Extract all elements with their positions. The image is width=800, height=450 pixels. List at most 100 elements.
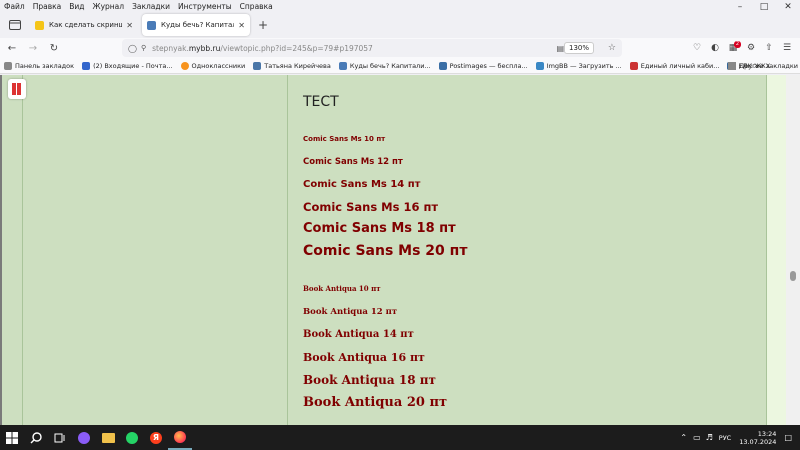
other-bookmarks[interactable]: Другие закладки — [728, 61, 798, 70]
windows-start-icon[interactable] — [0, 425, 24, 450]
menu-bar: Файл Правка Вид Журнал Закладки Инструме… — [0, 0, 800, 12]
antiqua-line-18: Book Antiqua 18 пт — [303, 373, 436, 387]
toolbar-icons: ♡ ◐ ▦ 2 ⚙ ⇧ ☰ — [688, 38, 796, 58]
post-author-column — [22, 75, 288, 425]
new-tab-icon[interactable]: + — [254, 16, 272, 34]
comic-line-14: Comic Sans Ms 14 пт — [303, 179, 421, 190]
url-path: /viewtopic.php?id=245&p=79#p197057 — [220, 43, 373, 53]
menu-help[interactable]: Справка — [236, 2, 277, 11]
tab-screenshot-guide[interactable]: Как сделать скриншот экрана ✕ — [30, 14, 138, 36]
antiqua-line-20: Book Antiqua 20 пт — [303, 395, 448, 410]
menu-file[interactable]: Файл — [0, 2, 29, 11]
back-arrow-icon[interactable]: ← — [3, 39, 21, 57]
page-scrollbar[interactable] — [786, 75, 800, 425]
pocket-icon[interactable]: ♡ — [688, 43, 706, 53]
forward-arrow-icon[interactable]: → — [24, 39, 42, 57]
bookmark-label: Куды бечь? Капитали... — [349, 61, 431, 70]
taskbar: Я ⌃ ▭ ♬ РУС 13:24 13.07.2024 □ — [0, 425, 800, 450]
menu-edit[interactable]: Правка — [29, 2, 66, 11]
scroll-thumb[interactable] — [790, 271, 796, 281]
menu-view[interactable]: Вид — [65, 2, 88, 11]
volume-icon[interactable]: ♬ — [706, 433, 713, 442]
yandex-favicon-icon — [35, 20, 44, 30]
system-tray: ⌃ ▭ ♬ РУС 13:24 13.07.2024 □ — [680, 425, 792, 450]
mail-icon — [82, 61, 91, 70]
extension-shield-icon[interactable]: ◐ — [706, 43, 724, 53]
postimages-icon — [438, 61, 447, 70]
shield-icon[interactable]: ◯ — [128, 44, 137, 53]
menu-tools[interactable]: Инструменты — [174, 2, 236, 11]
cabinet-icon — [629, 61, 638, 70]
bookmark-vk-profile[interactable]: Татьяна Кирейчева — [249, 61, 335, 70]
reload-icon[interactable]: ↻ — [45, 39, 63, 57]
bookmark-label: (2) Входящие - Почта... — [93, 61, 173, 70]
clock[interactable]: 13:24 13.07.2024 — [739, 430, 776, 446]
sidebar-bookmark-icon[interactable] — [8, 79, 26, 99]
language-indicator[interactable]: РУС — [719, 434, 731, 442]
url-bar[interactable]: ◯ ⚲ stepnyak.mybb.ru/viewtopic.php?id=24… — [122, 39, 622, 57]
tab-title: Как сделать скриншот экрана — [49, 21, 123, 29]
task-view-icon[interactable] — [48, 425, 72, 450]
lock-icon[interactable]: ⚲ — [141, 44, 146, 52]
clock-time: 13:24 — [757, 429, 777, 438]
bookmark-panel[interactable]: Панель закладок — [0, 61, 78, 70]
menu-bookmarks[interactable]: Закладки — [128, 2, 174, 11]
zoom-level[interactable]: 130% — [563, 42, 594, 54]
tray-chevron-icon[interactable]: ⌃ — [680, 433, 687, 442]
url-host: mybb.ru — [188, 43, 221, 53]
folder-icon — [728, 61, 737, 70]
reader-view-icon[interactable]: ▤ — [556, 44, 564, 53]
antiqua-line-14: Book Antiqua 14 пт — [303, 329, 414, 340]
bookmark-label: Панель закладок — [15, 61, 75, 70]
post-heading: ТЕСТ — [303, 94, 339, 110]
comic-line-10: Comic Sans Ms 10 пт — [303, 135, 386, 143]
bookmark-personal-cabinet[interactable]: Единый личный каби... — [626, 61, 724, 70]
url-text: stepnyak.mybb.ru/viewtopic.php?id=245&p=… — [152, 44, 373, 53]
file-explorer-icon[interactable] — [96, 425, 120, 450]
firefox-icon[interactable] — [168, 425, 192, 450]
comic-line-12: Comic Sans Ms 12 пт — [303, 157, 403, 167]
bookmark-imgbb[interactable]: ImgBB — Загрузить ... — [532, 61, 626, 70]
bookmark-label: Единый личный каби... — [640, 61, 720, 70]
menu-icon[interactable]: ☰ — [778, 43, 796, 53]
imgbb-icon — [535, 61, 544, 70]
search-icon[interactable] — [24, 425, 48, 450]
extension-icon[interactable]: ▦ 2 — [724, 41, 742, 53]
tab-title: Куды бечь? Капитализм vs со — [161, 21, 234, 29]
share-icon[interactable]: ⇧ — [760, 43, 778, 53]
tab-bar: Как сделать скриншот экрана ✕ Куды бечь?… — [0, 12, 800, 38]
puzzle-icon[interactable]: ⚙ — [742, 43, 760, 53]
odnoklassniki-icon — [180, 61, 189, 70]
bookmark-label: Татьяна Кирейчева — [264, 61, 331, 70]
yandex-browser-icon[interactable]: Я — [144, 425, 168, 450]
forum-favicon-icon — [147, 20, 156, 30]
whatsapp-icon[interactable] — [120, 425, 144, 450]
network-icon[interactable]: ▭ — [693, 433, 701, 442]
comic-line-20: Comic Sans Ms 20 пт — [303, 243, 468, 259]
antiqua-line-10: Book Antiqua 10 пт — [303, 284, 381, 293]
bookmark-mail[interactable]: (2) Входящие - Почта... — [78, 61, 176, 70]
close-tab-icon[interactable]: ✕ — [126, 21, 133, 30]
bookmarks-bar: Панель закладок (2) Входящие - Почта... … — [0, 58, 800, 74]
forum-icon — [338, 61, 347, 70]
antiqua-line-16: Book Antiqua 16 пт — [303, 351, 425, 364]
other-bookmarks-label: Другие закладки — [739, 61, 798, 70]
clock-date: 13.07.2024 — [739, 437, 777, 446]
bookmark-star-icon[interactable]: ☆ — [608, 43, 616, 53]
bookmark-odnoklassniki[interactable]: Одноклассники — [177, 61, 250, 70]
tab-list-icon[interactable] — [4, 14, 26, 36]
bookmark-postimages[interactable]: Postimages — беспла... — [435, 61, 532, 70]
alice-assistant-icon[interactable] — [72, 425, 96, 450]
right-margin — [766, 75, 786, 425]
url-prefix: stepnyak. — [152, 43, 189, 53]
tab-forum-topic[interactable]: Куды бечь? Капитализм vs со ✕ — [142, 14, 250, 36]
notification-icon[interactable]: □ — [784, 433, 792, 442]
comic-line-18: Comic Sans Ms 18 пт — [303, 221, 456, 236]
bookmark-label: ImgBB — Загрузить ... — [546, 61, 622, 70]
nav-bar: ← → ↻ ◯ ⚲ stepnyak.mybb.ru/viewtopic.php… — [0, 38, 800, 58]
menu-history[interactable]: Журнал — [89, 2, 129, 11]
folder-icon — [4, 61, 12, 70]
close-tab-icon[interactable]: ✕ — [238, 21, 245, 30]
bookmark-forum[interactable]: Куды бечь? Капитали... — [335, 61, 435, 70]
bookmark-label: Одноклассники — [191, 61, 246, 70]
